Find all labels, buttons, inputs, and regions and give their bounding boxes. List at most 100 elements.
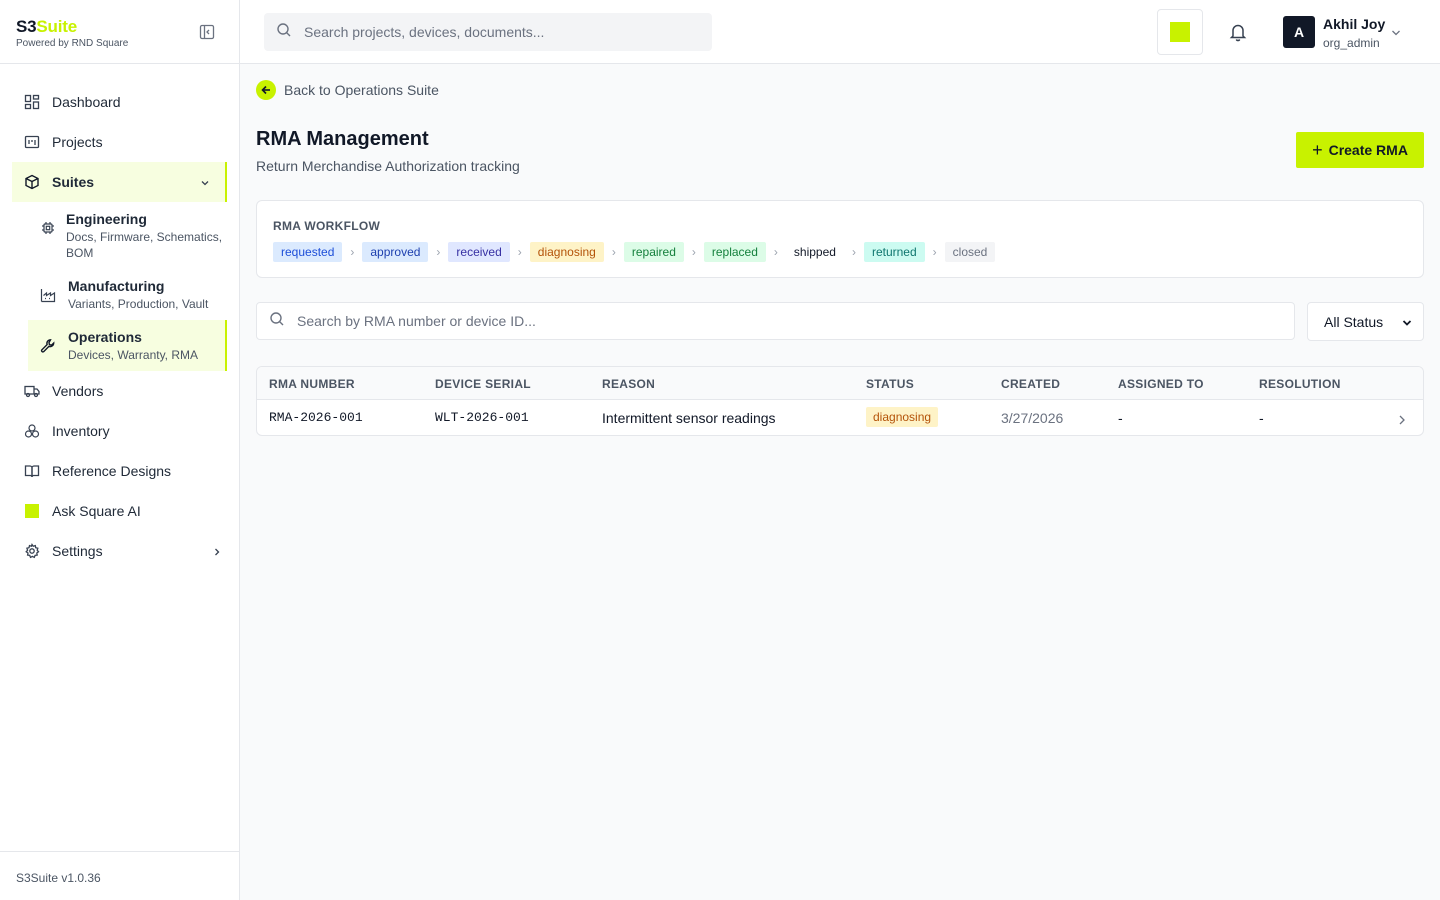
rma-table: RMA NUMBER DEVICE SERIAL REASON STATUS C… bbox=[256, 366, 1424, 436]
create-rma-button[interactable]: + Create RMA bbox=[1296, 132, 1424, 168]
created-date: 3/27/2026 bbox=[1001, 410, 1064, 426]
chevron-right-icon: › bbox=[350, 245, 355, 259]
search-icon bbox=[269, 311, 285, 332]
workflow-step-replaced: replaced bbox=[703, 242, 766, 262]
status-filter-select[interactable]: All Status bbox=[1307, 302, 1424, 341]
column-header[interactable]: RMA NUMBER bbox=[269, 377, 355, 391]
brand-logo[interactable]: S3Suite bbox=[16, 17, 223, 36]
dashboard-icon bbox=[24, 94, 40, 110]
sidebar-item-dashboard[interactable]: Dashboard bbox=[0, 82, 239, 122]
assigned-to: - bbox=[1118, 410, 1123, 426]
column-header[interactable]: CREATED bbox=[1001, 377, 1060, 391]
topbar: A Akhil Joy org_admin bbox=[240, 0, 1440, 64]
workflow-step-requested: requested bbox=[273, 242, 343, 262]
user-role: org_admin bbox=[1323, 36, 1380, 50]
gear-icon bbox=[24, 543, 40, 559]
chevron-right-icon: › bbox=[611, 245, 616, 259]
global-search[interactable] bbox=[264, 13, 712, 51]
chevron-right-icon: › bbox=[436, 245, 441, 259]
chevron-right-icon: › bbox=[851, 245, 856, 259]
bell-icon[interactable] bbox=[1228, 22, 1248, 42]
rma-search[interactable] bbox=[256, 302, 1295, 340]
ask-ai-button[interactable] bbox=[1157, 9, 1203, 55]
square-ai-icon bbox=[24, 503, 40, 519]
sidebar-collapse-icon[interactable] bbox=[199, 24, 215, 40]
avatar[interactable]: A bbox=[1283, 16, 1315, 48]
chevron-right-icon: › bbox=[932, 245, 937, 259]
package-icon bbox=[24, 174, 40, 190]
sidebar-item-label: Projects bbox=[52, 134, 103, 150]
sidebar-item-ask-square-ai[interactable]: Ask Square AI bbox=[0, 491, 239, 531]
rma-reason: Intermittent sensor readings bbox=[602, 410, 776, 426]
table-header: RMA NUMBER DEVICE SERIAL REASON STATUS C… bbox=[257, 367, 1423, 400]
factory-icon bbox=[40, 287, 56, 303]
suite-title: Manufacturing bbox=[68, 278, 165, 294]
sidebar-item-manufacturing[interactable]: Manufacturing Variants, Production, Vaul… bbox=[28, 269, 239, 320]
suite-desc: Devices, Warranty, RMA bbox=[68, 348, 199, 362]
plus-icon: + bbox=[1312, 140, 1323, 160]
sidebar-item-settings[interactable]: Settings bbox=[0, 531, 239, 571]
chevron-right-icon[interactable] bbox=[1397, 412, 1407, 425]
sidebar-item-label: Inventory bbox=[52, 423, 110, 439]
sidebar-item-vendors[interactable]: Vendors bbox=[0, 371, 239, 411]
chevron-right-icon bbox=[211, 545, 223, 557]
page-title: RMA Management bbox=[256, 128, 429, 150]
workflow-step-shipped: shipped bbox=[785, 242, 844, 262]
projects-icon bbox=[24, 134, 40, 150]
workflow-step-repaired: repaired bbox=[623, 242, 684, 262]
table-row[interactable]: RMA-2026-001 WLT-2026-001 Intermittent s… bbox=[257, 400, 1423, 435]
workflow-step-approved: approved bbox=[362, 242, 429, 262]
sidebar-item-label: Dashboard bbox=[52, 94, 121, 110]
chevron-down-icon[interactable] bbox=[1390, 26, 1402, 38]
column-header[interactable]: STATUS bbox=[866, 377, 914, 391]
sidebar-item-inventory[interactable]: Inventory bbox=[0, 411, 239, 451]
suite-desc: Docs, Firmware, Schematics, BOM bbox=[66, 230, 223, 260]
column-header[interactable]: DEVICE SERIAL bbox=[435, 377, 531, 391]
rma-workflow-card: RMA WORKFLOW requested › approved › received… bbox=[256, 200, 1424, 278]
sidebar-item-label: Suites bbox=[52, 174, 95, 190]
book-open-icon bbox=[24, 463, 40, 479]
global-search-input[interactable] bbox=[304, 24, 684, 40]
sidebar-item-label: Reference Designs bbox=[52, 463, 172, 479]
wrench-icon bbox=[40, 338, 56, 354]
suite-title: Engineering bbox=[66, 211, 147, 227]
column-header[interactable]: REASON bbox=[602, 377, 655, 391]
sidebar-item-engineering[interactable]: Engineering Docs, Firmware, Schematics, … bbox=[28, 202, 239, 269]
user-name[interactable]: Akhil Joy bbox=[1323, 16, 1385, 32]
chevron-right-icon: › bbox=[691, 245, 696, 259]
sidebar-item-suites[interactable]: Suites bbox=[12, 162, 227, 202]
brand: S3Suite Powered by RND Square bbox=[0, 0, 239, 64]
sidebar-nav: Dashboard Projects Suites Engineering Do… bbox=[0, 64, 239, 571]
sidebar-item-reference-designs[interactable]: Reference Designs bbox=[0, 451, 239, 491]
sidebar-item-label: Vendors bbox=[52, 383, 104, 399]
boxes-icon bbox=[24, 423, 40, 439]
rma-search-input[interactable] bbox=[297, 313, 1257, 329]
sidebar: S3Suite Powered by RND Square Dashboard … bbox=[0, 0, 240, 900]
chip-icon bbox=[40, 220, 56, 236]
column-header[interactable]: ASSIGNED TO bbox=[1118, 377, 1204, 391]
chevron-right-icon: › bbox=[773, 245, 778, 259]
sidebar-item-operations[interactable]: Operations Devices, Warranty, RMA bbox=[28, 320, 227, 371]
suite-desc: Variants, Production, Vault bbox=[68, 297, 209, 311]
brand-name-part2: Suite bbox=[36, 17, 77, 36]
chevron-down-icon bbox=[1401, 316, 1413, 328]
status-filter-value: All Status bbox=[1324, 313, 1384, 330]
app-version: S3Suite v1.0.36 bbox=[0, 851, 239, 900]
workflow-step-returned: returned bbox=[863, 242, 925, 262]
workflow-step-closed: closed bbox=[944, 242, 996, 262]
search-icon bbox=[276, 22, 292, 43]
workflow-label: RMA WORKFLOW bbox=[273, 219, 381, 233]
sidebar-item-projects[interactable]: Projects bbox=[0, 122, 239, 162]
brand-name-part1: S3 bbox=[16, 17, 37, 36]
sidebar-item-label: Ask Square AI bbox=[52, 503, 141, 519]
chevron-down-icon bbox=[199, 176, 211, 188]
status-badge: diagnosing bbox=[866, 407, 939, 427]
rma-number: RMA-2026-001 bbox=[269, 410, 363, 425]
square-ai-icon bbox=[1170, 22, 1190, 42]
back-link[interactable]: Back to Operations Suite bbox=[256, 80, 439, 100]
page-subtitle: Return Merchandise Authorization trackin… bbox=[256, 158, 520, 174]
column-header[interactable]: RESOLUTION bbox=[1259, 377, 1341, 391]
suites-submenu: Engineering Docs, Firmware, Schematics, … bbox=[0, 202, 239, 371]
main-content: Back to Operations Suite RMA Management … bbox=[240, 64, 1440, 900]
suite-title: Operations bbox=[68, 329, 142, 345]
